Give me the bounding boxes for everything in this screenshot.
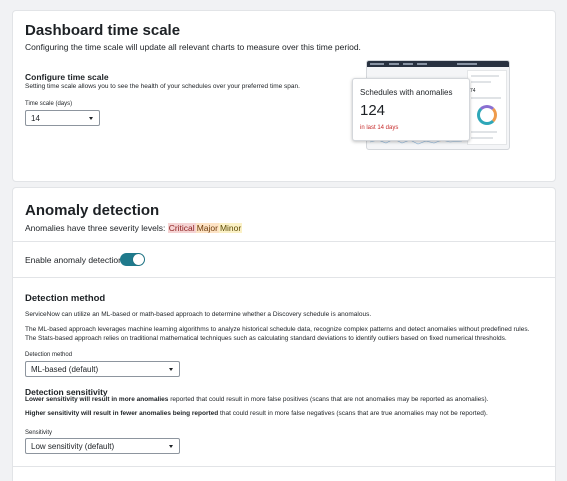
higher-sensitivity-bold: Higher sensitivity will result in fewer … bbox=[25, 410, 219, 417]
detection-method-field-label: Detection method bbox=[25, 352, 73, 358]
divider bbox=[12, 466, 555, 467]
severity-levels-text: Anomalies have three severity levels: Cr… bbox=[25, 223, 243, 233]
lower-sensitivity-rest: reported that could result in more false… bbox=[168, 396, 489, 403]
severity-chip-critical: Critical bbox=[167, 223, 196, 233]
detection-method-heading: Detection method bbox=[25, 293, 106, 304]
schedules-with-anomalies-card: Schedules with anomalies 124 in last 14 … bbox=[352, 78, 470, 141]
chevron-down-icon bbox=[169, 445, 173, 448]
higher-sensitivity-text: Higher sensitivity will result in fewer … bbox=[25, 410, 488, 417]
time-scale-select-value: 14 bbox=[31, 113, 40, 123]
anomalies-card-value: 124 bbox=[360, 102, 386, 119]
anomalies-card-subtext: in last 14 days bbox=[360, 125, 399, 131]
time-scale-field-label: Time scale (days) bbox=[25, 101, 73, 107]
chevron-down-icon bbox=[169, 368, 173, 371]
anomaly-detection-title: Anomaly detection bbox=[25, 202, 160, 219]
divider bbox=[12, 241, 555, 242]
stats-approach-text: The Stats-based approach relies on tradi… bbox=[25, 335, 507, 342]
configure-time-scale-text: Setting time scale allows you to see the… bbox=[25, 83, 300, 90]
detection-method-select[interactable]: ML-based (default) bbox=[25, 361, 180, 377]
ml-approach-text: The ML-based approach leverages machine … bbox=[25, 326, 530, 333]
lower-sensitivity-bold: Lower sensitivity will result in more an… bbox=[25, 396, 169, 403]
configure-time-scale-heading: Configure time scale bbox=[25, 72, 109, 82]
chevron-down-icon bbox=[89, 117, 93, 120]
sensitivity-select-value: Low sensitivity (default) bbox=[31, 441, 115, 451]
higher-sensitivity-rest: that could result in more false negative… bbox=[218, 410, 488, 417]
anomalies-card-title: Schedules with anomalies bbox=[360, 88, 453, 97]
time-scale-description: Configuring the time scale will update a… bbox=[25, 42, 361, 52]
detection-method-intro: ServiceNow can utilize an ML-based or ma… bbox=[25, 311, 372, 318]
severity-chip-major: Major bbox=[195, 223, 219, 233]
sensitivity-field-label: Sensitivity bbox=[25, 430, 53, 436]
toggle-knob bbox=[133, 254, 144, 265]
enable-anomaly-label: Enable anomaly detection bbox=[25, 255, 123, 265]
divider bbox=[12, 277, 555, 278]
detection-method-select-value: ML-based (default) bbox=[31, 364, 99, 374]
severity-intro: Anomalies have three severity levels: bbox=[25, 223, 166, 233]
sensitivity-select[interactable]: Low sensitivity (default) bbox=[25, 438, 180, 454]
preview-topbar bbox=[367, 61, 509, 67]
preview-mini-value: 74 bbox=[470, 88, 476, 94]
time-scale-title: Dashboard time scale bbox=[25, 22, 181, 39]
time-scale-select[interactable]: 14 bbox=[25, 110, 100, 126]
lower-sensitivity-text: Lower sensitivity will result in more an… bbox=[25, 396, 489, 403]
severity-chip-minor: Minor bbox=[218, 223, 243, 233]
preview-donut-chart bbox=[477, 105, 497, 125]
enable-anomaly-toggle[interactable] bbox=[120, 253, 145, 266]
